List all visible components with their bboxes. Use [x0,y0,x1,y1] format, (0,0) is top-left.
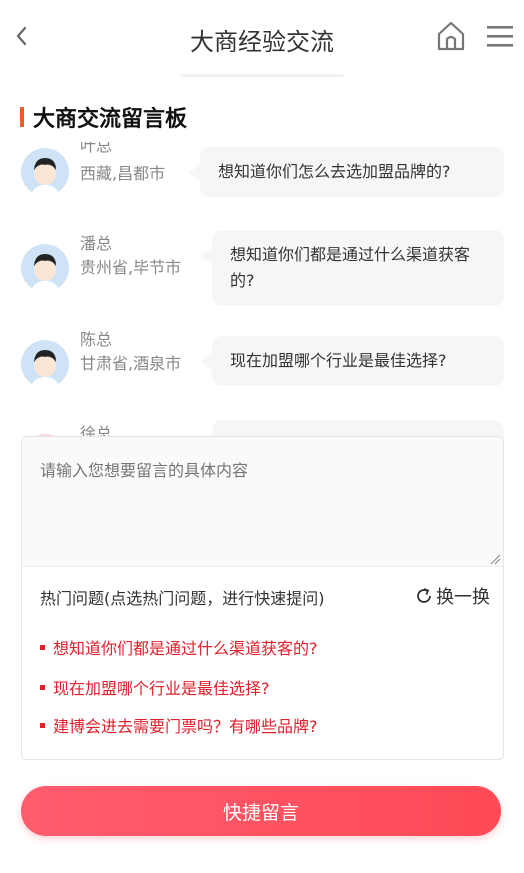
user-name: 陈总 [80,330,113,349]
message-board[interactable]: 叶总 西藏,昌都市 想知道你们怎么去选加盟品牌的? 潘总 贵州省,毕节市 想知道… [0,142,524,442]
section-title: 大商交流留言板 [33,107,188,132]
section-heading: 大商交流留言板 [20,102,187,132]
hot-question-item[interactable]: 想知道你们都是通过什么渠道获客的? [40,635,318,659]
hot-question-item[interactable]: 建博会进去需要门票吗？有哪些品牌? [40,713,318,737]
message-input[interactable] [22,437,503,567]
header-divider [180,74,344,77]
user-location: 贵州省,毕节市 [80,258,182,277]
top-bar: 大商经验交流 [0,0,524,77]
resize-handle-icon[interactable] [489,553,501,565]
hot-question-text: 想知道你们都是通过什么渠道获客的? [53,639,318,658]
user-location: 西藏,昌都市 [80,164,166,183]
message-form: 热门问题(点选热门问题，进行快速提问) 换一换 想知道你们都是通过什么渠道获客的… [21,436,504,760]
quick-message-button[interactable]: 快捷留言 [21,786,501,836]
message-bubble: 想知道你们怎么去选加盟品牌的? [188,147,504,197]
hot-question-item[interactable]: 现在加盟哪个行业是最佳选择? [40,675,270,699]
avatar [21,244,69,292]
accent-bar [20,107,24,127]
hot-question-text: 建博会进去需要门票吗？有哪些品牌? [53,717,318,736]
home-icon[interactable] [436,20,466,52]
hamburger-menu-icon[interactable] [486,24,514,48]
avatar [21,148,69,196]
message-bubble: 现在加盟哪个行业是最佳选择? [200,336,504,386]
refresh-label: 换一换 [436,587,490,608]
avatar [21,340,69,388]
bullet-icon [40,645,45,650]
hot-question-text: 现在加盟哪个行业是最佳选择? [53,679,270,698]
bullet-icon [40,685,45,690]
message-bubble: 想知道你们都是通过什么渠道获客的? [200,230,504,306]
user-name: 叶总 [80,142,113,155]
refresh-button[interactable]: 换一换 [414,583,490,609]
user-location: 甘肃省,酒泉市 [80,354,182,373]
bullet-icon [40,723,45,728]
hot-questions-label: 热门问题(点选热门问题，进行快速提问) [40,589,325,608]
user-name: 潘总 [80,234,113,253]
refresh-icon [417,588,431,603]
